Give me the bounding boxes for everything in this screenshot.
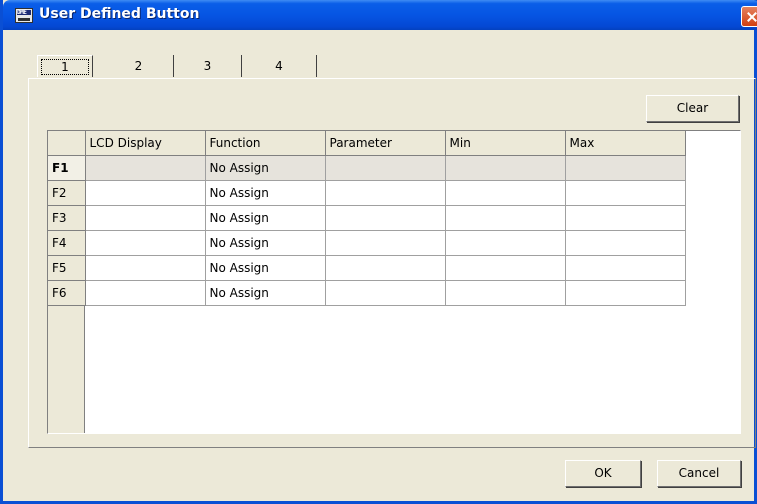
parameter-cell[interactable] — [325, 280, 446, 306]
corner-cell — [48, 131, 86, 156]
tab-4[interactable]: 4 — [242, 55, 317, 77]
parameter-cell[interactable] — [325, 230, 446, 256]
cancel-button-label: Cancel — [678, 466, 720, 480]
table-row[interactable]: F4 No Assign — [48, 230, 686, 256]
lcd-display-cell[interactable] — [85, 255, 206, 281]
lcd-display-cell[interactable] — [85, 205, 206, 231]
min-cell[interactable] — [445, 180, 566, 206]
column-header-function[interactable]: Function — [205, 131, 326, 156]
user-defined-button-dialog: DME User Defined Button 1 2 3 4 Clear LC… — [0, 0, 757, 504]
tab-4-label: 4 — [275, 59, 283, 73]
parameter-cell[interactable] — [325, 255, 446, 281]
parameter-cell[interactable] — [325, 205, 446, 231]
function-cell[interactable]: No Assign — [205, 155, 326, 181]
tab-3-label: 3 — [203, 59, 212, 73]
function-cell[interactable]: No Assign — [205, 180, 326, 206]
max-cell[interactable] — [565, 155, 686, 181]
assignment-grid[interactable]: LCD Display Function Parameter Min Max F… — [47, 130, 741, 434]
tab-2[interactable]: 2 — [104, 55, 174, 77]
tab-1[interactable]: 1 — [37, 55, 93, 77]
window-title: User Defined Button — [39, 6, 200, 22]
function-cell[interactable]: No Assign — [205, 255, 326, 281]
column-header-max[interactable]: Max — [565, 131, 686, 156]
ok-button-label: OK — [594, 466, 612, 480]
row-header-f2[interactable]: F2 — [48, 180, 86, 206]
dme-app-icon: DME — [15, 8, 33, 23]
function-cell[interactable]: No Assign — [205, 230, 326, 256]
max-cell[interactable] — [565, 230, 686, 256]
column-header-lcd-display[interactable]: LCD Display — [85, 131, 206, 156]
table-row[interactable]: F6 No Assign — [48, 280, 686, 306]
title-bar[interactable]: DME User Defined Button — [3, 0, 757, 30]
max-cell[interactable] — [565, 280, 686, 306]
function-cell[interactable]: No Assign — [205, 280, 326, 306]
tab-2-label: 2 — [134, 59, 143, 73]
app-icon-bar — [18, 18, 30, 21]
assignment-table: LCD Display Function Parameter Min Max F… — [48, 131, 686, 306]
column-header-parameter[interactable]: Parameter — [325, 131, 446, 156]
app-icon-text: DME — [17, 9, 27, 16]
table-row[interactable]: F2 No Assign — [48, 180, 686, 206]
ok-button[interactable]: OK — [565, 460, 641, 487]
clear-button-label: Clear — [676, 101, 709, 115]
min-cell[interactable] — [445, 255, 566, 281]
row-header-f1[interactable]: F1 — [48, 155, 86, 181]
grid-header-row: LCD Display Function Parameter Min Max — [48, 131, 686, 156]
row-header-f3[interactable]: F3 — [48, 205, 86, 231]
max-cell[interactable] — [565, 205, 686, 231]
parameter-cell[interactable] — [325, 155, 446, 181]
column-header-min[interactable]: Min — [445, 131, 566, 156]
min-cell[interactable] — [445, 230, 566, 256]
table-row[interactable]: F1 No Assign — [48, 155, 686, 181]
lcd-display-cell[interactable] — [85, 230, 206, 256]
min-cell[interactable] — [445, 205, 566, 231]
function-cell[interactable]: No Assign — [205, 205, 326, 231]
lcd-display-cell[interactable] — [85, 280, 206, 306]
lcd-display-cell[interactable] — [85, 155, 206, 181]
tab-focus-rect — [41, 59, 89, 75]
tab-3[interactable]: 3 — [174, 55, 242, 77]
lcd-display-cell[interactable] — [85, 180, 206, 206]
max-cell[interactable] — [565, 180, 686, 206]
min-cell[interactable] — [445, 155, 566, 181]
min-cell[interactable] — [445, 280, 566, 306]
table-row[interactable]: F5 No Assign — [48, 255, 686, 281]
max-cell[interactable] — [565, 255, 686, 281]
row-header-f4[interactable]: F4 — [48, 230, 86, 256]
cancel-button[interactable]: Cancel — [657, 460, 741, 487]
table-row[interactable]: F3 No Assign — [48, 205, 686, 231]
clear-button[interactable]: Clear — [646, 95, 739, 122]
close-icon[interactable] — [741, 6, 757, 27]
row-header-f6[interactable]: F6 — [48, 280, 86, 306]
row-header-f5[interactable]: F5 — [48, 255, 86, 281]
parameter-cell[interactable] — [325, 180, 446, 206]
